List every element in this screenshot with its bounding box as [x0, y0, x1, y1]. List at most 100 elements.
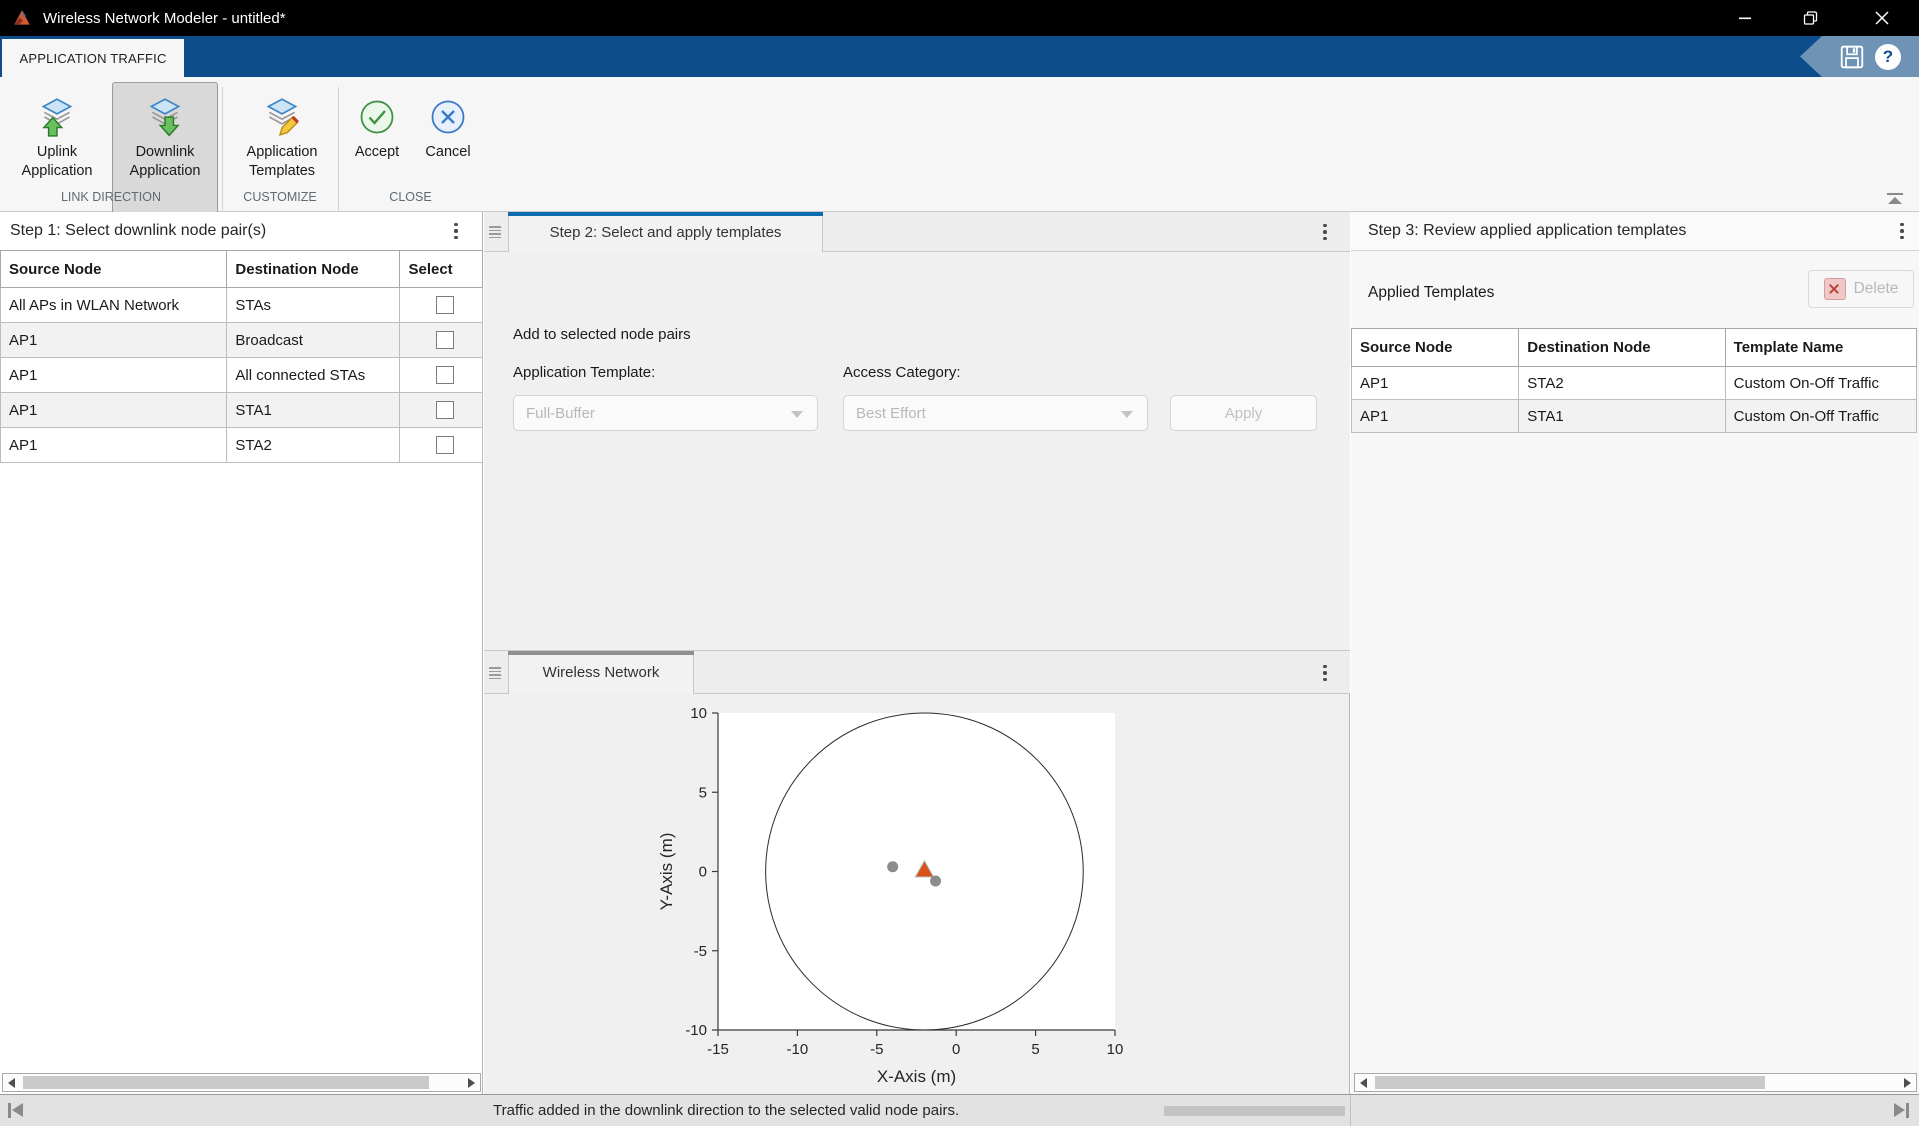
skip-to-start-icon[interactable] — [8, 1103, 26, 1118]
tab-wireless-network[interactable]: Wireless Network — [508, 651, 694, 694]
table-cell[interactable]: STA2 — [1519, 367, 1725, 400]
tab-application-traffic[interactable]: APPLICATION TRAFFIC — [2, 39, 184, 77]
x-axis-label: X-Axis (m) — [877, 1067, 956, 1086]
svg-text:10: 10 — [690, 705, 707, 722]
table-cell[interactable]: STA2 — [227, 428, 400, 463]
table-row[interactable]: All APs in WLAN NetworkSTAs — [1, 288, 483, 323]
help-icon[interactable]: ? — [1875, 44, 1901, 70]
table-cell[interactable]: AP1 — [1352, 367, 1519, 400]
step3-panel: Step 3: Review applied application templ… — [1351, 212, 1919, 1094]
svg-text:-5: -5 — [870, 1041, 883, 1058]
active-tab-accent — [508, 212, 823, 216]
step3-table[interactable]: Source NodeDestination NodeTemplate Name… — [1351, 328, 1917, 433]
row-select-checkbox[interactable] — [436, 366, 454, 384]
tab-step2-label: Step 2: Select and apply templates — [550, 224, 782, 241]
row-select-checkbox[interactable] — [436, 331, 454, 349]
table-cell[interactable]: AP1 — [1, 323, 227, 358]
network-view-kebab-menu-icon[interactable] — [1316, 663, 1334, 683]
step2-kebab-menu-icon[interactable] — [1316, 222, 1334, 242]
checkbox-cell[interactable] — [400, 428, 483, 463]
uplink-application-label: Uplink Application — [9, 143, 105, 180]
save-icon[interactable] — [1839, 44, 1865, 70]
scroll-left-icon[interactable] — [1360, 1078, 1367, 1088]
column-header[interactable]: Destination Node — [227, 251, 400, 288]
table-cell[interactable]: All connected STAs — [227, 358, 400, 393]
apply-label: Apply — [1225, 405, 1263, 422]
checkbox-cell[interactable] — [400, 393, 483, 428]
table-cell[interactable]: STA1 — [1519, 400, 1725, 433]
table-cell[interactable]: AP1 — [1, 358, 227, 393]
access-category-dropdown[interactable]: Best Effort — [843, 395, 1148, 431]
checkbox-cell[interactable] — [400, 358, 483, 393]
column-header[interactable]: Source Node — [1352, 329, 1519, 367]
table-row[interactable]: AP1All connected STAs — [1, 358, 483, 393]
table-cell[interactable]: AP1 — [1, 393, 227, 428]
row-select-checkbox[interactable] — [436, 436, 454, 454]
scroll-right-icon[interactable] — [1904, 1078, 1911, 1088]
table-row[interactable]: AP1STA2 — [1, 428, 483, 463]
svg-text:-10: -10 — [787, 1041, 809, 1058]
minimize-button[interactable] — [1720, 0, 1770, 36]
application-template-dropdown[interactable]: Full-Buffer — [513, 395, 818, 431]
table-row[interactable]: AP1STA1Custom On-Off Traffic — [1352, 400, 1917, 433]
tab-step2[interactable]: Step 2: Select and apply templates — [508, 212, 823, 252]
table-row[interactable]: AP1Broadcast — [1, 323, 483, 358]
scroll-right-icon[interactable] — [468, 1078, 475, 1088]
table-cell[interactable]: STAs — [227, 288, 400, 323]
section-label-link-direction: LINK DIRECTION — [0, 190, 222, 204]
chevron-down-icon — [791, 411, 803, 418]
close-button[interactable] — [1857, 0, 1907, 36]
svg-text:10: 10 — [1107, 1041, 1124, 1058]
table-cell[interactable]: Custom On-Off Traffic — [1725, 400, 1916, 433]
table-cell[interactable]: Broadcast — [227, 323, 400, 358]
delete-x-icon — [1824, 278, 1846, 300]
inactive-tab-accent — [508, 651, 694, 655]
step3-title: Step 3: Review applied application templ… — [1368, 222, 1686, 240]
table-cell[interactable]: Custom On-Off Traffic — [1725, 367, 1916, 400]
svg-text:0: 0 — [699, 864, 707, 881]
step1-kebab-menu-icon[interactable] — [447, 221, 465, 241]
panel-drag-handle-icon[interactable] — [488, 221, 502, 243]
table-cell[interactable]: AP1 — [1, 428, 227, 463]
step1-horizontal-scrollbar[interactable] — [2, 1073, 481, 1092]
table-cell[interactable]: AP1 — [1352, 400, 1519, 433]
table-row[interactable]: AP1STA2Custom On-Off Traffic — [1352, 367, 1917, 400]
cancel-label: Cancel — [425, 143, 470, 162]
checkbox-cell[interactable] — [400, 323, 483, 358]
maximize-button[interactable] — [1785, 0, 1835, 36]
chevron-down-icon — [1121, 411, 1133, 418]
step1-table[interactable]: Source NodeDestination NodeSelectAll APs… — [0, 250, 483, 463]
column-header[interactable]: Select — [400, 251, 483, 288]
delete-button[interactable]: Delete — [1808, 270, 1914, 308]
svg-text:-10: -10 — [685, 1022, 707, 1039]
table-cell[interactable]: STA1 — [227, 393, 400, 428]
row-select-checkbox[interactable] — [436, 401, 454, 419]
scrollbar-thumb[interactable] — [23, 1076, 429, 1089]
access-category-value: Best Effort — [856, 405, 926, 422]
apply-button[interactable]: Apply — [1170, 395, 1317, 431]
sta-node-marker — [930, 876, 941, 887]
step3-kebab-menu-icon[interactable] — [1893, 221, 1911, 241]
busy-indicator — [1164, 1106, 1345, 1116]
window-title: Wireless Network Modeler - untitled* — [43, 10, 286, 27]
svg-text:0: 0 — [952, 1041, 960, 1058]
table-row[interactable]: AP1STA1 — [1, 393, 483, 428]
application-templates-label: Application Templates — [231, 143, 333, 180]
table-cell[interactable]: All APs in WLAN Network — [1, 288, 227, 323]
row-select-checkbox[interactable] — [436, 296, 454, 314]
ribbon-tab-strip: APPLICATION TRAFFIC ? — [0, 36, 1919, 77]
column-header[interactable]: Template Name — [1725, 329, 1916, 367]
accept-label: Accept — [355, 143, 399, 162]
column-header[interactable]: Destination Node — [1519, 329, 1725, 367]
column-header[interactable]: Source Node — [1, 251, 227, 288]
application-window: Wireless Network Modeler - untitled* APP… — [0, 0, 1919, 1126]
scroll-left-icon[interactable] — [8, 1078, 15, 1088]
scrollbar-thumb[interactable] — [1375, 1076, 1765, 1089]
checkbox-cell[interactable] — [400, 288, 483, 323]
panel-drag-handle-icon[interactable] — [488, 662, 502, 684]
step3-horizontal-scrollbar[interactable] — [1354, 1073, 1917, 1092]
quick-access-toolbar: ? — [1800, 36, 1919, 77]
collapse-ribbon-icon[interactable] — [1884, 193, 1906, 207]
downlink-application-label: Downlink Application — [113, 143, 217, 180]
skip-to-end-icon[interactable] — [1894, 1103, 1912, 1118]
